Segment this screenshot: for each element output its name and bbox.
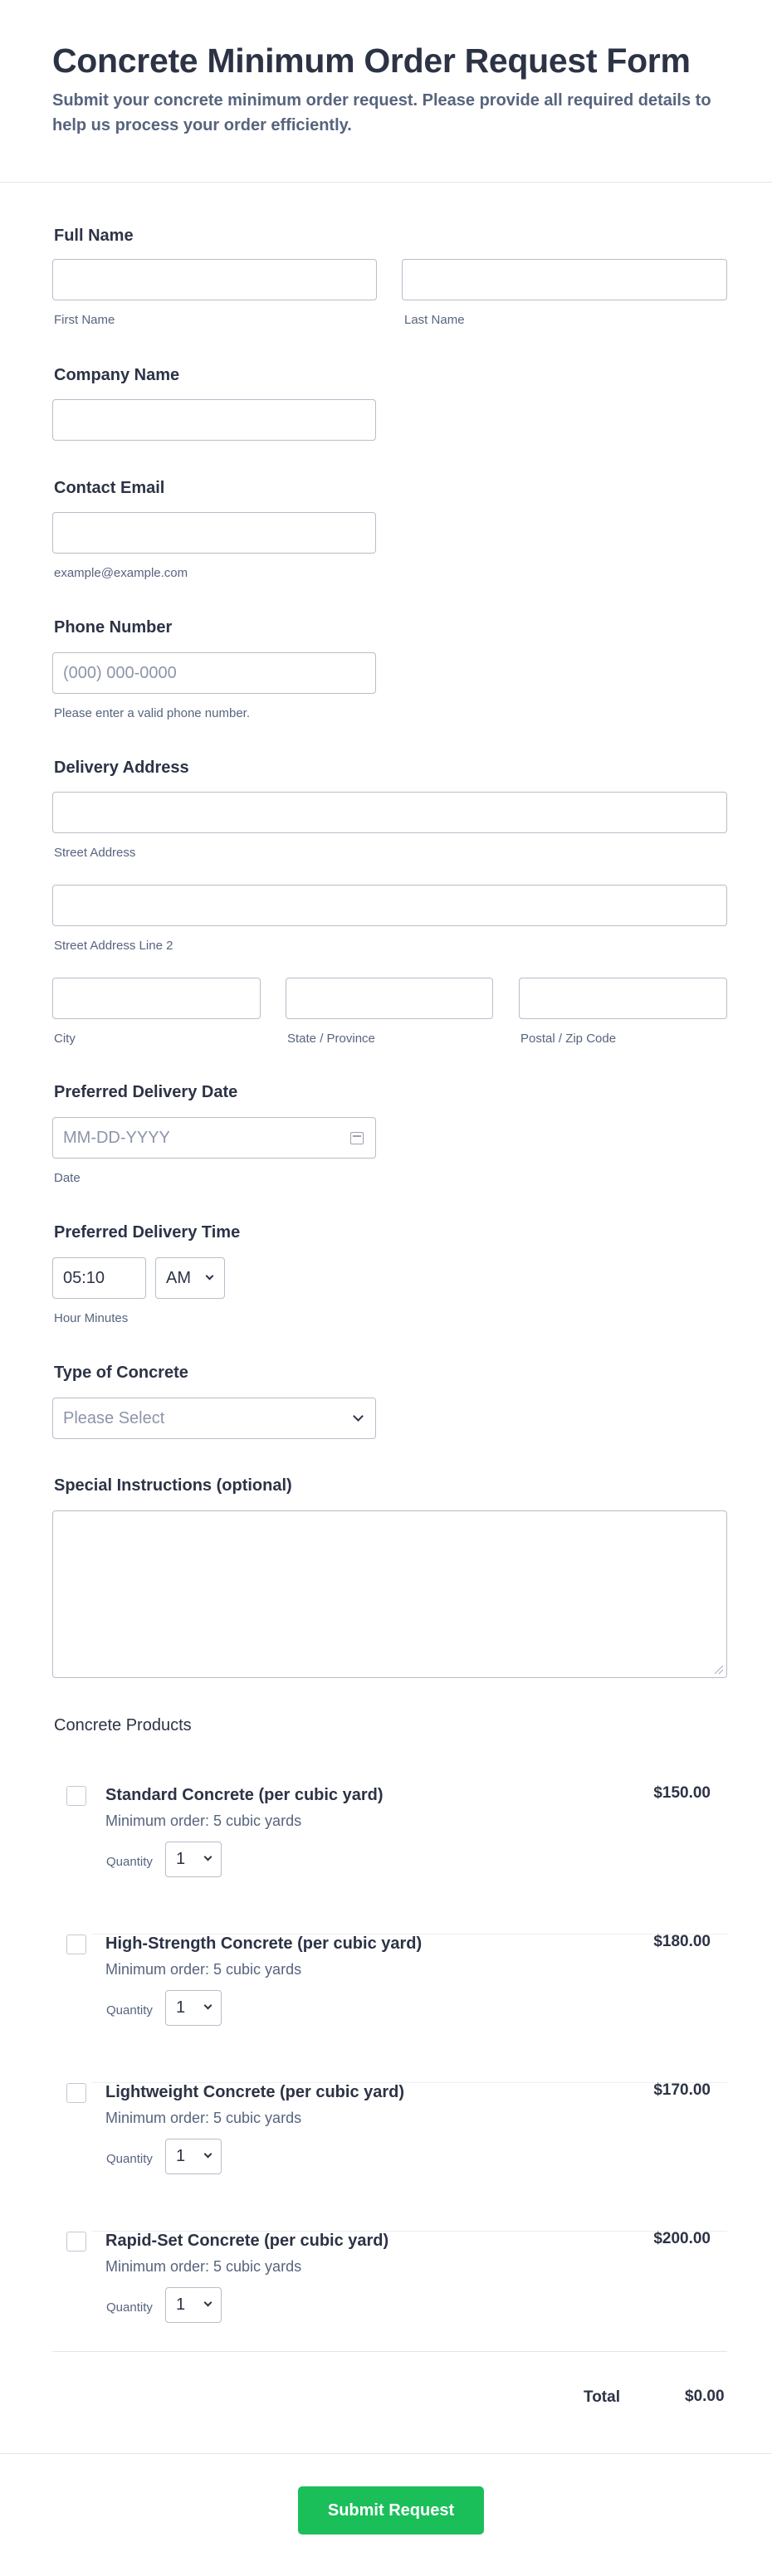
full-name-label: Full Name <box>54 227 134 245</box>
company-name-input[interactable] <box>52 399 376 441</box>
form-header: Concrete Minimum Order Request Form Subm… <box>0 0 772 183</box>
email-field[interactable] <box>52 512 376 554</box>
chevron-down-icon <box>353 1411 364 1422</box>
product-name: Standard Concrete (per cubic yard) <box>105 1786 384 1804</box>
street-address-line2-sublabel: Street Address Line 2 <box>54 939 173 953</box>
chevron-down-icon <box>203 2149 213 2159</box>
product-item: High-Strength Concrete (per cubic yard) … <box>66 1933 727 2083</box>
quantity-label: Quantity <box>106 2003 153 2017</box>
calendar-icon[interactable] <box>350 1132 364 1144</box>
footer-divider <box>0 2453 772 2454</box>
product-item: Standard Concrete (per cubic yard) Minim… <box>66 1784 727 1934</box>
time-value: 05:10 <box>63 1268 105 1287</box>
product-item: Lightweight Concrete (per cubic yard) Mi… <box>66 2081 727 2232</box>
product-name: High-Strength Concrete (per cubic yard) <box>105 1934 423 1953</box>
quantity-value: 1 <box>176 2147 186 2165</box>
product-checkbox[interactable] <box>66 1786 86 1806</box>
phone-number-label: Phone Number <box>54 618 173 637</box>
product-price: $180.00 <box>653 1933 711 1950</box>
product-checkbox[interactable] <box>66 2083 86 2103</box>
product-min-order: Minimum order: 5 cubic yards <box>105 1812 302 1829</box>
quantity-select[interactable]: 1 <box>165 2287 222 2323</box>
product-item: Rapid-Set Concrete (per cubic yard) Mini… <box>66 2230 727 2380</box>
quantity-select[interactable]: 1 <box>165 1990 222 2026</box>
ampm-value: AM <box>166 1268 191 1287</box>
chevron-down-icon <box>203 2298 213 2307</box>
product-min-order: Minimum order: 5 cubic yards <box>105 2258 302 2275</box>
quantity-label: Quantity <box>106 2152 153 2166</box>
page-subtitle: Submit your concrete minimum order reque… <box>52 91 711 134</box>
page-title: Concrete Minimum Order Request Form <box>52 41 691 80</box>
delivery-time-label: Preferred Delivery Time <box>54 1223 241 1242</box>
zip-input[interactable] <box>519 978 727 1019</box>
street-address-sublabel: Street Address <box>54 846 136 860</box>
last-name-sublabel: Last Name <box>404 313 465 327</box>
quantity-label: Quantity <box>106 1855 153 1869</box>
concrete-type-select[interactable]: Please Select <box>52 1398 376 1439</box>
quantity-value: 1 <box>176 1850 186 1868</box>
total-value: $0.00 <box>685 2388 725 2405</box>
street-address-line2-input[interactable] <box>52 885 727 926</box>
quantity-value: 1 <box>176 2295 186 2314</box>
product-min-order: Minimum order: 5 cubic yards <box>105 2110 302 2126</box>
product-name: Lightweight Concrete (per cubic yard) <box>105 2083 405 2101</box>
concrete-type-label: Type of Concrete <box>54 1364 188 1382</box>
first-name-input[interactable] <box>52 259 377 300</box>
quantity-label: Quantity <box>106 2300 153 2315</box>
date-sublabel: Date <box>54 1171 81 1185</box>
ampm-select[interactable]: AM <box>155 1257 225 1299</box>
state-input[interactable] <box>286 978 493 1019</box>
products-divider <box>52 2351 727 2352</box>
delivery-address-label: Delivery Address <box>54 759 189 777</box>
quantity-select[interactable]: 1 <box>165 1842 222 1877</box>
chevron-down-icon <box>203 1852 213 1861</box>
contact-email-label: Contact Email <box>54 479 165 497</box>
product-checkbox[interactable] <box>66 2232 86 2252</box>
product-name: Rapid-Set Concrete (per cubic yard) <box>105 2232 389 2250</box>
product-min-order: Minimum order: 5 cubic yards <box>105 1961 302 1978</box>
date-input[interactable]: MM-DD-YYYY <box>52 1117 376 1159</box>
city-sublabel: City <box>54 1032 76 1046</box>
special-instructions-textarea[interactable] <box>52 1510 727 1678</box>
quantity-value: 1 <box>176 1998 186 2017</box>
quantity-select[interactable]: 1 <box>165 2139 222 2174</box>
city-input[interactable] <box>52 978 261 1019</box>
first-name-sublabel: First Name <box>54 313 115 327</box>
product-price: $170.00 <box>653 2081 711 2099</box>
chevron-down-icon <box>203 2001 213 2010</box>
zip-sublabel: Postal / Zip Code <box>520 1032 617 1046</box>
phone-sublabel: Please enter a valid phone number. <box>54 706 250 720</box>
delivery-date-label: Preferred Delivery Date <box>54 1083 238 1101</box>
product-checkbox[interactable] <box>66 1934 86 1954</box>
resize-handle-icon[interactable] <box>715 1666 723 1674</box>
email-sublabel: example@example.com <box>54 566 188 580</box>
submit-button[interactable]: Submit Request <box>298 2486 484 2535</box>
street-address-input[interactable] <box>52 792 727 833</box>
time-input[interactable]: 05:10 <box>52 1257 146 1299</box>
concrete-type-placeholder: Please Select <box>63 1408 165 1427</box>
phone-input[interactable] <box>52 652 376 694</box>
last-name-input[interactable] <box>402 259 727 300</box>
product-price: $200.00 <box>653 2230 711 2247</box>
product-price: $150.00 <box>653 1784 711 1802</box>
total-label: Total <box>584 2388 620 2406</box>
concrete-products-label: Concrete Products <box>54 1716 192 1734</box>
state-sublabel: State / Province <box>287 1032 375 1046</box>
company-name-label: Company Name <box>54 366 180 384</box>
time-sublabel: Hour Minutes <box>54 1311 129 1325</box>
chevron-down-icon <box>205 1271 214 1281</box>
date-placeholder: MM-DD-YYYY <box>63 1128 170 1147</box>
special-instructions-label: Special Instructions (optional) <box>54 1476 292 1495</box>
